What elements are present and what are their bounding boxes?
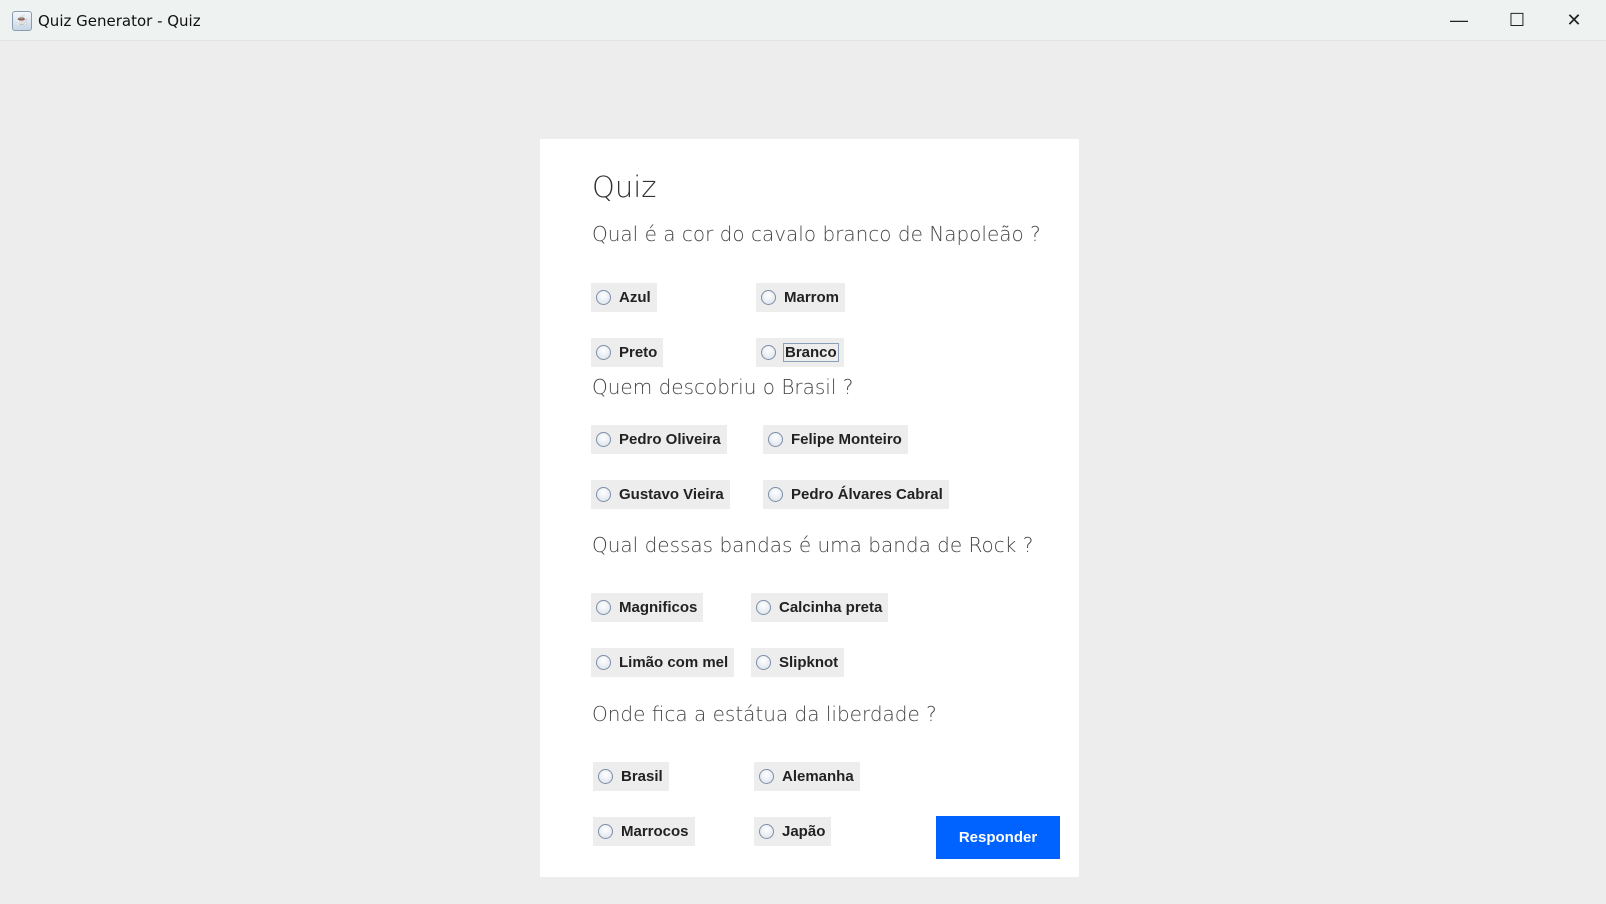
answer-label: Gustavo Vieira	[619, 486, 724, 503]
minimize-button[interactable]: —	[1430, 0, 1488, 40]
question-text: Onde fica a estátua da liberdade ?	[592, 702, 937, 726]
answer-radio-option[interactable]: Japão	[754, 817, 832, 846]
answer-radio-option[interactable]: Marrocos	[593, 817, 695, 846]
radio-button-icon[interactable]	[756, 655, 771, 670]
java-app-icon: ☕	[12, 11, 32, 31]
answer-radio-option[interactable]: Branco	[756, 338, 844, 367]
answer-radio-option[interactable]: Magnificos	[591, 593, 704, 622]
answer-label: Brasil	[621, 768, 663, 785]
answer-radio-option[interactable]: Felipe Monteiro	[763, 425, 908, 454]
question-text: Qual é a cor do cavalo branco de Napoleã…	[592, 222, 1041, 246]
answer-label: Magnificos	[619, 599, 698, 616]
close-icon: ✕	[1566, 9, 1582, 30]
radio-button-icon[interactable]	[756, 600, 771, 615]
radio-button-icon[interactable]	[596, 487, 611, 502]
answer-label: Pedro Oliveira	[619, 431, 721, 448]
radio-button-icon[interactable]	[761, 290, 776, 305]
radio-button-icon[interactable]	[596, 432, 611, 447]
responder-button[interactable]: Responder	[936, 816, 1060, 859]
answer-label: Marrom	[784, 289, 840, 306]
question-text: Quem descobriu o Brasil ?	[592, 375, 854, 399]
answer-radio-option[interactable]: Marrom	[756, 283, 846, 312]
answer-label: Japão	[782, 823, 826, 840]
maximize-icon: ☐	[1508, 9, 1526, 30]
radio-button-icon[interactable]	[598, 824, 613, 839]
radio-button-icon[interactable]	[596, 345, 611, 360]
answer-label: Branco	[783, 343, 839, 362]
radio-button-icon[interactable]	[761, 345, 776, 360]
radio-button-icon[interactable]	[596, 290, 611, 305]
answer-label: Limão com mel	[619, 654, 729, 671]
minimize-icon: —	[1450, 9, 1468, 30]
answer-radio-option[interactable]: Limão com mel	[591, 648, 735, 677]
answer-label: Marrocos	[621, 823, 689, 840]
radio-button-icon[interactable]	[768, 432, 783, 447]
title-bar: ☕ Quiz Generator - Quiz — ☐ ✕	[0, 0, 1606, 41]
answer-radio-option[interactable]: Azul	[591, 283, 657, 312]
answer-label: Preto	[619, 344, 658, 361]
answer-radio-option[interactable]: Preto	[591, 338, 664, 367]
answer-label: Alemanha	[782, 768, 854, 785]
radio-button-icon[interactable]	[598, 769, 613, 784]
window-title: Quiz Generator - Quiz	[38, 12, 201, 30]
answer-radio-option[interactable]: Pedro Oliveira	[591, 425, 727, 454]
close-button[interactable]: ✕	[1545, 0, 1603, 40]
answer-label: Slipknot	[779, 654, 839, 671]
answer-label: Pedro Álvares Cabral	[791, 486, 943, 503]
answer-radio-option[interactable]: Alemanha	[754, 762, 860, 791]
answer-label: Calcinha preta	[779, 599, 883, 616]
radio-button-icon[interactable]	[768, 487, 783, 502]
answer-radio-option[interactable]: Gustavo Vieira	[591, 480, 730, 509]
radio-button-icon[interactable]	[759, 769, 774, 784]
question-text: Qual dessas bandas é uma banda de Rock ?	[592, 533, 1034, 557]
answer-label: Azul	[619, 289, 651, 306]
radio-button-icon[interactable]	[759, 824, 774, 839]
radio-button-icon[interactable]	[596, 600, 611, 615]
maximize-button[interactable]: ☐	[1488, 0, 1546, 40]
answer-radio-option[interactable]: Calcinha preta	[751, 593, 889, 622]
answer-label: Felipe Monteiro	[791, 431, 902, 448]
quiz-heading: Quiz	[592, 170, 657, 204]
answer-radio-option[interactable]: Slipknot	[751, 648, 845, 677]
radio-button-icon[interactable]	[596, 655, 611, 670]
answer-radio-option[interactable]: Pedro Álvares Cabral	[763, 480, 949, 509]
answer-radio-option[interactable]: Brasil	[593, 762, 669, 791]
